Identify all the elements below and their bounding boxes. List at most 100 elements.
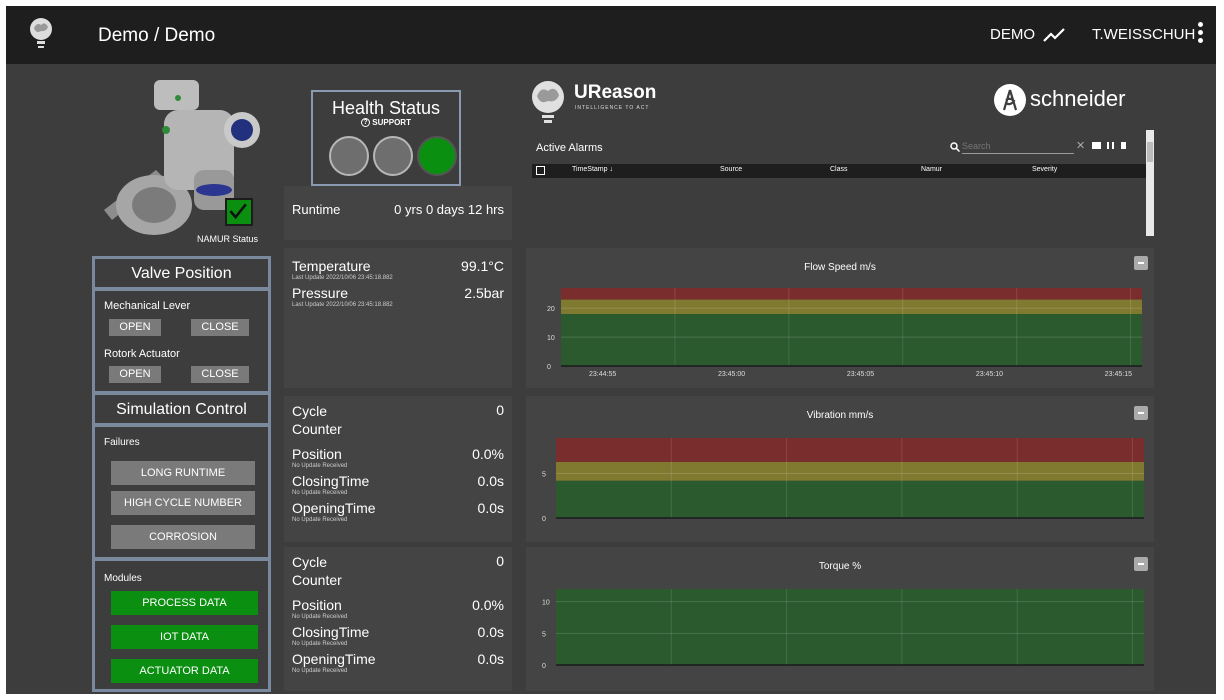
opening-time-label: OpeningTime (292, 651, 376, 667)
high-cycle-number-button[interactable]: HIGH CYCLE NUMBER (111, 491, 255, 515)
iot-data-card-1: Cycle Counter 0 Position 0.0% No Update … (284, 396, 512, 542)
col-class[interactable]: Class (830, 166, 848, 173)
health-status-title: Health Status (331, 98, 441, 118)
threshold-band-yellow (561, 299, 1142, 314)
ureason-brand: UReason (574, 82, 657, 103)
process-data-button[interactable]: PROCESS DATA (111, 591, 258, 615)
delete-icon[interactable] (1121, 142, 1126, 149)
opening-time-label: OpeningTime (292, 500, 376, 516)
y-tick-label: 20 (547, 306, 555, 313)
vibration-chart-card: Vibration mm/s 0 5 (526, 396, 1154, 542)
namur-status-label: NAMUR Status (197, 234, 259, 244)
demo-menu[interactable]: DEMO (990, 26, 1035, 43)
pause-icon[interactable] (1107, 142, 1114, 149)
temperature-value: 99.1°C (461, 258, 504, 274)
pressure-update: Last Update 2022/10/06 23:45:18.882 (292, 302, 393, 308)
cycle-counter-value: 0 (496, 402, 504, 418)
app-frame: Demo / Demo DEMO T.WEISSCHUH NAMUR Statu… (6, 6, 1216, 694)
failures-box: Failures LONG RUNTIME HIGH CYCLE NUMBER … (92, 424, 271, 560)
opening-time-update: No Update Received (292, 668, 348, 674)
view-columns-icon[interactable] (1092, 142, 1101, 149)
mechanical-close-button[interactable]: CLOSE (191, 319, 249, 336)
runtime-value: 0 yrs 0 days 12 hrs (394, 202, 504, 217)
cycle-counter-label: Cycle Counter (292, 403, 342, 437)
x-tick-label: 23:45:05 (847, 371, 874, 378)
active-alarms-panel: Active Alarms ✕ TimeStamp ↓ Source Class… (526, 126, 1154, 238)
y-tick-label: 0 (547, 364, 551, 371)
col-severity[interactable]: Severity (1032, 166, 1057, 173)
y-tick-label: 10 (547, 335, 555, 342)
temperature-update: Last Update 2022/10/06 23:45:18.882 (292, 275, 393, 281)
search-icon (950, 142, 960, 152)
clear-search-icon[interactable]: ✕ (1076, 139, 1085, 152)
long-runtime-button[interactable]: LONG RUNTIME (111, 461, 255, 485)
chart-title: Vibration mm/s (806, 410, 874, 421)
closing-time-update: No Update Received (292, 490, 348, 496)
help-icon: ? (361, 118, 371, 128)
chart-collapse-button[interactable] (1134, 557, 1148, 571)
y-tick-label: 5 (542, 631, 546, 638)
closing-time-label: ClosingTime (292, 624, 370, 640)
select-all-checkbox[interactable] (536, 166, 545, 175)
col-source[interactable]: Source (720, 166, 742, 173)
scrollbar-thumb[interactable] (1147, 142, 1153, 162)
modules-label: Modules (104, 573, 142, 584)
rotork-open-button[interactable]: OPEN (109, 366, 161, 383)
chart-collapse-button[interactable] (1134, 406, 1148, 420)
threshold-band-green (561, 314, 1142, 366)
rotork-actuator-label: Rotork Actuator (104, 348, 180, 360)
col-namur[interactable]: Namur (921, 166, 942, 173)
corrosion-button[interactable]: CORROSION (111, 525, 255, 549)
rotork-close-button[interactable]: CLOSE (191, 366, 249, 383)
x-tick-label: 23:44:55 (589, 371, 616, 378)
checkmark-icon (229, 203, 247, 220)
user-menu[interactable]: T.WEISSCHUH (1092, 26, 1195, 43)
opening-time-value: 0.0s (477, 651, 504, 667)
ureason-tagline: INTELLIGENCE TO ACT (575, 105, 650, 111)
y-tick-label: 0 (542, 516, 546, 523)
more-menu-icon[interactable] (1196, 22, 1204, 48)
valve-position-controls-box: Mechanical Lever OPEN CLOSE Rotork Actua… (92, 288, 271, 394)
runtime-label: Runtime (292, 202, 341, 217)
threshold-band-green (556, 589, 1144, 665)
page-title: Demo / Demo (98, 25, 216, 46)
mechanical-open-button[interactable]: OPEN (109, 319, 161, 336)
ureason-brain-icon (532, 81, 564, 123)
simulation-control-title: Simulation Control (116, 401, 247, 418)
position-label: Position (292, 597, 342, 613)
health-status-box: Health Status ? SUPPORT (311, 90, 461, 186)
modules-box: Modules PROCESS DATA IOT DATA ACTUATOR D… (92, 558, 271, 692)
schneider-mark-icon (1002, 89, 1018, 111)
actuator-data-button[interactable]: ACTUATOR DATA (111, 659, 258, 683)
schneider-brand: schneider (1030, 86, 1126, 111)
simulation-title-box: Simulation Control (92, 392, 271, 426)
threshold-band-red (561, 288, 1142, 300)
position-update: No Update Received (292, 463, 348, 469)
alarm-scrollbar[interactable] (1146, 130, 1154, 236)
brain-logo-icon[interactable] (28, 16, 54, 52)
threshold-band-yellow (556, 462, 1144, 481)
trending-icon[interactable] (1042, 26, 1066, 44)
schneider-logo-icon (994, 84, 1026, 116)
closing-time-value: 0.0s (477, 473, 504, 489)
health-light-1 (329, 136, 369, 176)
chart-title: Torque % (818, 561, 862, 572)
valve-position-title: Valve Position (131, 265, 232, 282)
health-light-3 (417, 136, 457, 176)
position-value: 0.0% (472, 446, 504, 462)
failures-label: Failures (104, 437, 140, 448)
closing-time-update: No Update Received (292, 641, 348, 647)
threshold-band-green (556, 480, 1144, 518)
col-timestamp[interactable]: TimeStamp ↓ (572, 166, 613, 173)
chart-collapse-button[interactable] (1134, 256, 1148, 270)
runtime-card: Runtime 0 yrs 0 days 12 hrs (284, 186, 512, 240)
valve-position-title-box: Valve Position (92, 256, 271, 290)
opening-time-value: 0.0s (477, 500, 504, 516)
iot-data-button[interactable]: IOT DATA (111, 625, 258, 649)
chart-title: Flow Speed m/s (804, 262, 876, 273)
alarm-search-input[interactable] (962, 139, 1074, 154)
opening-time-update: No Update Received (292, 517, 348, 523)
process-data-card: Temperature 99.1°C Last Update 2022/10/0… (284, 248, 512, 388)
x-tick-label: 23:45:00 (718, 371, 745, 378)
temperature-label: Temperature (292, 258, 371, 274)
